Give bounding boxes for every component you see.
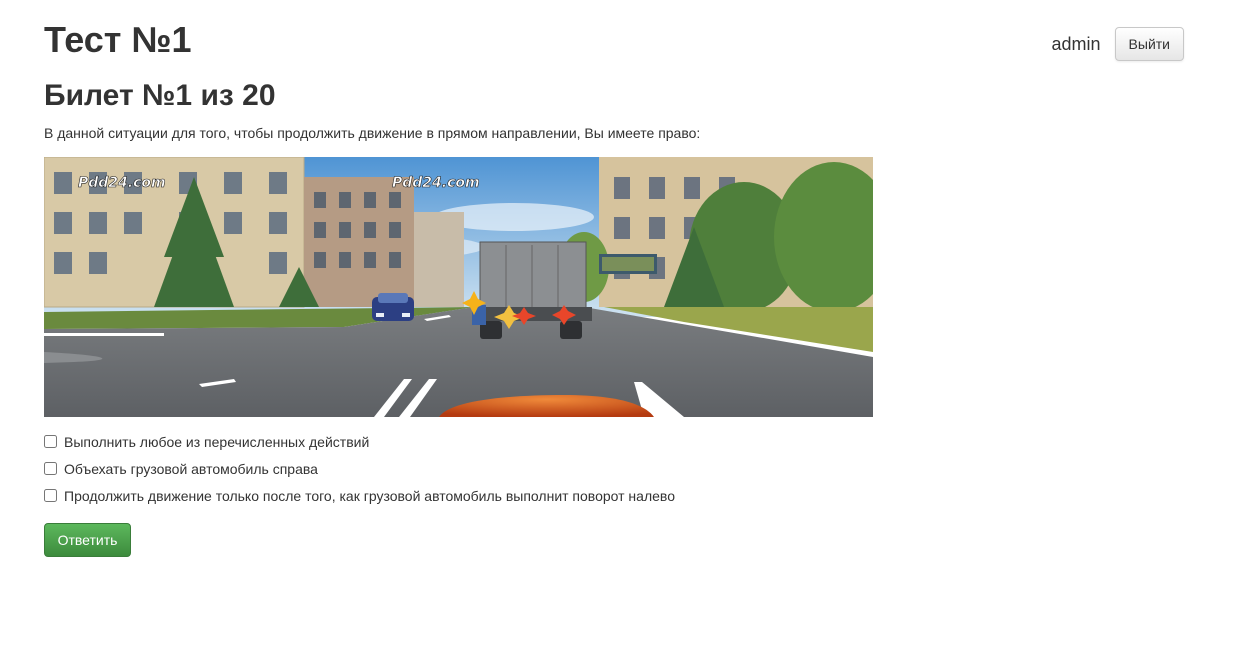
ticket-title: Билет №1 из 20 [44, 79, 276, 112]
answer-option[interactable]: Продолжить движение только после того, к… [44, 482, 675, 509]
username: admin [1051, 34, 1101, 54]
logout-button[interactable]: Выйти [1114, 27, 1184, 61]
road-scene-illustration: Pdd24.com Pdd24.com [44, 157, 873, 417]
answer-label: Объехать грузовой автомобиль справа [64, 460, 318, 477]
answer-options: Выполнить любое из перечисленных действи… [44, 428, 675, 509]
answer-label: Выполнить любое из перечисленных действи… [64, 433, 370, 450]
test-title: Тест №1 [44, 19, 192, 60]
page: Тест №1 admin Выйти Билет №1 из 20 В дан… [0, 0, 1258, 659]
watermark-center: Pdd24.com [392, 175, 480, 191]
question-image: Pdd24.com Pdd24.com [44, 157, 873, 417]
user-block: admin Выйти [1052, 27, 1184, 61]
answer-label: Продолжить движение только после того, к… [64, 487, 675, 504]
watermark-left: Pdd24.com [78, 175, 166, 191]
answer-option[interactable]: Объехать грузовой автомобиль справа [44, 455, 675, 482]
answer-option[interactable]: Выполнить любое из перечисленных действи… [44, 428, 675, 455]
answer-checkbox[interactable] [44, 462, 57, 475]
submit-answer-button[interactable]: Ответить [44, 523, 131, 557]
answer-checkbox[interactable] [44, 489, 57, 502]
answer-checkbox[interactable] [44, 435, 57, 448]
question-text: В данной ситуации для того, чтобы продол… [44, 125, 701, 141]
